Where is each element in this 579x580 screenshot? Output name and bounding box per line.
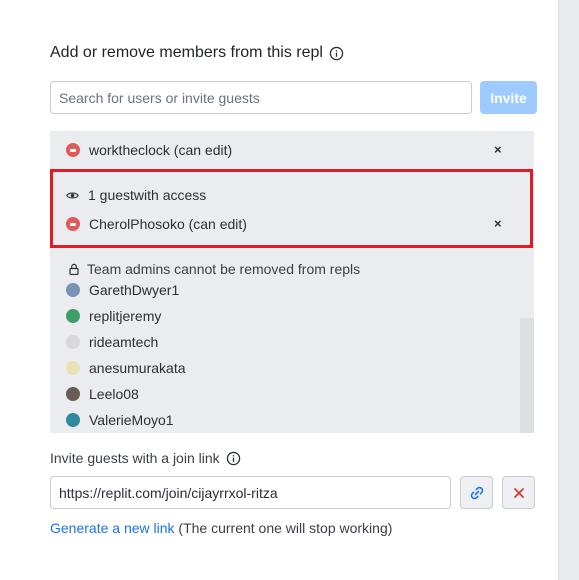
list-item: rideamtech (66, 334, 158, 350)
avatar (66, 413, 80, 427)
search-input[interactable] (50, 81, 472, 114)
list-item: GarethDwyer1 (66, 282, 179, 298)
avatar (66, 387, 80, 401)
info-icon[interactable] (329, 46, 344, 61)
invite-button[interactable]: Invite (480, 81, 537, 114)
admins-note-label: Team admins cannot be removed from repls (87, 261, 361, 277)
avatar (66, 335, 80, 349)
avatar (66, 283, 80, 297)
revoke-link-button[interactable] (502, 476, 535, 509)
dialog-title-row: Add or remove members from this repl (50, 44, 344, 62)
admins-note: Team admins cannot be removed from repls (68, 261, 360, 277)
list-item: Leelo08 (66, 386, 139, 402)
search-row: Invite (50, 81, 537, 114)
generate-link-note: (The current one will stop working) (178, 520, 393, 536)
join-link-input[interactable] (50, 476, 451, 509)
member-row: worktheclock (can edit) (66, 142, 232, 158)
link-icon (470, 486, 483, 499)
info-icon[interactable] (226, 451, 241, 466)
remove-member-button[interactable]: × (494, 142, 502, 157)
members-dialog: Add or remove members from this repl Inv… (0, 0, 559, 580)
member-label: worktheclock (can edit) (89, 142, 233, 158)
team-member-name: anesumurakata (89, 360, 186, 376)
list-item: ValerieMoyo1 (66, 412, 174, 428)
list-item: anesumurakata (66, 360, 186, 376)
join-link-label: Invite guests with a join link (50, 450, 220, 466)
team-member-name: GarethDwyer1 (89, 282, 180, 298)
generate-link-row: Generate a new link (The current one wil… (50, 520, 392, 536)
avatar (66, 143, 80, 157)
close-icon (513, 487, 524, 498)
generate-link[interactable]: Generate a new link (50, 520, 175, 536)
join-link-row (50, 476, 535, 509)
team-member-name: replitjeremy (89, 308, 162, 324)
team-member-name: ValerieMoyo1 (89, 412, 174, 428)
list-item: replitjeremy (66, 308, 161, 324)
avatar (66, 309, 80, 323)
lock-icon (69, 263, 79, 275)
dialog-title: Add or remove members from this repl (50, 44, 323, 61)
team-member-name: Leelo08 (89, 386, 139, 402)
guest-highlight-box (50, 169, 533, 248)
team-member-name: rideamtech (89, 334, 159, 350)
avatar (66, 361, 80, 375)
copy-link-button[interactable] (460, 476, 493, 509)
members-scrollbar[interactable] (520, 318, 534, 433)
join-link-label-row: Invite guests with a join link (50, 450, 241, 466)
